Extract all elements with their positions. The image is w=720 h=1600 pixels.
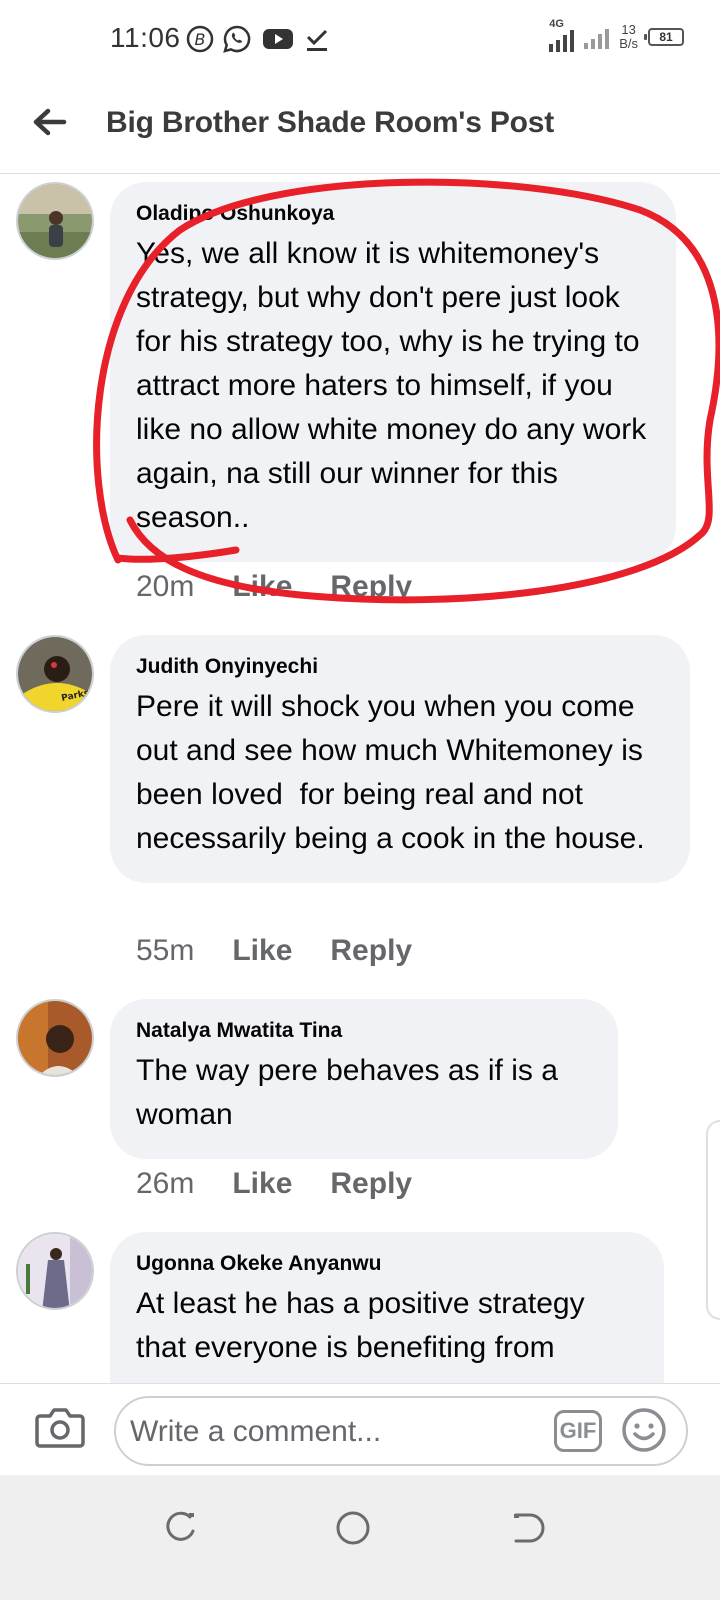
system-nav-bar	[0, 1475, 720, 1600]
status-bar: 11:06 B 4G 13 B/s 81	[0, 0, 720, 80]
comment-text: The way pere behaves as if is a woman	[136, 1054, 567, 1131]
battery-level: 81	[659, 30, 673, 44]
like-button[interactable]: Like	[232, 570, 292, 604]
comment-placeholder: Write a comment...	[130, 1415, 382, 1448]
comment-text: Yes, we all know it is whitemoney's stra…	[136, 237, 655, 534]
comment-actions: 26m Like Reply	[136, 1167, 412, 1201]
comment-bubble[interactable]: Natalya Mwatita Tina The way pere behave…	[110, 999, 618, 1159]
home-icon[interactable]	[332, 1507, 374, 1549]
avatar[interactable]: Parkster	[16, 635, 94, 713]
comment-author[interactable]: Natalya Mwatita Tina	[136, 1019, 592, 1043]
comment-time: 20m	[136, 570, 195, 603]
network-type: 4G	[549, 18, 564, 30]
status-right: 4G 13 B/s 81	[549, 18, 684, 52]
avatar[interactable]	[16, 182, 94, 260]
back-nav-icon[interactable]	[506, 1507, 548, 1549]
battery-icon: 81	[644, 28, 684, 46]
edge-panel-handle[interactable]	[706, 1120, 720, 1320]
comment-time: 26m	[136, 1167, 195, 1200]
comment-text: At least he has a positive strategy that…	[136, 1287, 593, 1364]
comment-composer: Write a comment... GIF	[0, 1383, 720, 1475]
gif-button[interactable]: GIF	[554, 1410, 602, 1452]
comment-text: Pere it will shock you when you come out…	[136, 690, 652, 855]
reply-button[interactable]: Reply	[330, 1167, 412, 1201]
post-header: Big Brother Shade Room's Post	[0, 80, 720, 174]
signal-dim-icon	[584, 25, 610, 49]
comment-bubble[interactable]: Oladipo Oshunkoya Yes, we all know it is…	[110, 182, 676, 562]
reply-button[interactable]: Reply	[330, 570, 412, 604]
status-time: 11:06	[110, 22, 181, 53]
avatar[interactable]	[16, 1232, 94, 1310]
reply-button[interactable]: Reply	[330, 934, 412, 968]
youtube-icon	[262, 24, 294, 54]
whatsapp-icon	[222, 24, 252, 54]
emoji-icon[interactable]	[620, 1406, 668, 1454]
comment-actions: 20m Like Reply	[136, 570, 412, 604]
comment-bubble[interactable]: Judith Onyinyechi Pere it will shock you…	[110, 635, 690, 883]
speed-value: 13	[621, 22, 636, 37]
comment-author[interactable]: Judith Onyinyechi	[136, 655, 664, 679]
comment-author[interactable]: Ugonna Okeke Anyanwu	[136, 1252, 638, 1276]
speed-unit: B/s	[619, 36, 638, 51]
svg-text:B: B	[195, 30, 206, 49]
like-button[interactable]: Like	[232, 934, 292, 968]
recent-apps-icon[interactable]	[160, 1507, 202, 1549]
avatar[interactable]	[16, 999, 94, 1077]
comment-author[interactable]: Oladipo Oshunkoya	[136, 202, 650, 226]
comment-time: 55m	[136, 934, 195, 967]
b-circle-icon: B	[186, 24, 214, 54]
comment-actions: 55m Like Reply	[136, 934, 412, 968]
comment-item: Ugonna Okeke Anyanwu At least he has a p…	[0, 1230, 720, 1383]
download-done-icon	[304, 24, 330, 54]
camera-icon[interactable]	[34, 1404, 86, 1452]
like-button[interactable]: Like	[232, 1167, 292, 1201]
comment-input[interactable]: Write a comment... GIF	[114, 1396, 688, 1466]
page-title: Big Brother Shade Room's Post	[106, 106, 555, 139]
back-arrow-icon[interactable]	[26, 102, 70, 146]
comment-bubble[interactable]: Ugonna Okeke Anyanwu At least he has a p…	[110, 1232, 664, 1383]
signal-icon: 4G	[549, 18, 575, 52]
network-speed: 13 B/s	[619, 23, 638, 51]
